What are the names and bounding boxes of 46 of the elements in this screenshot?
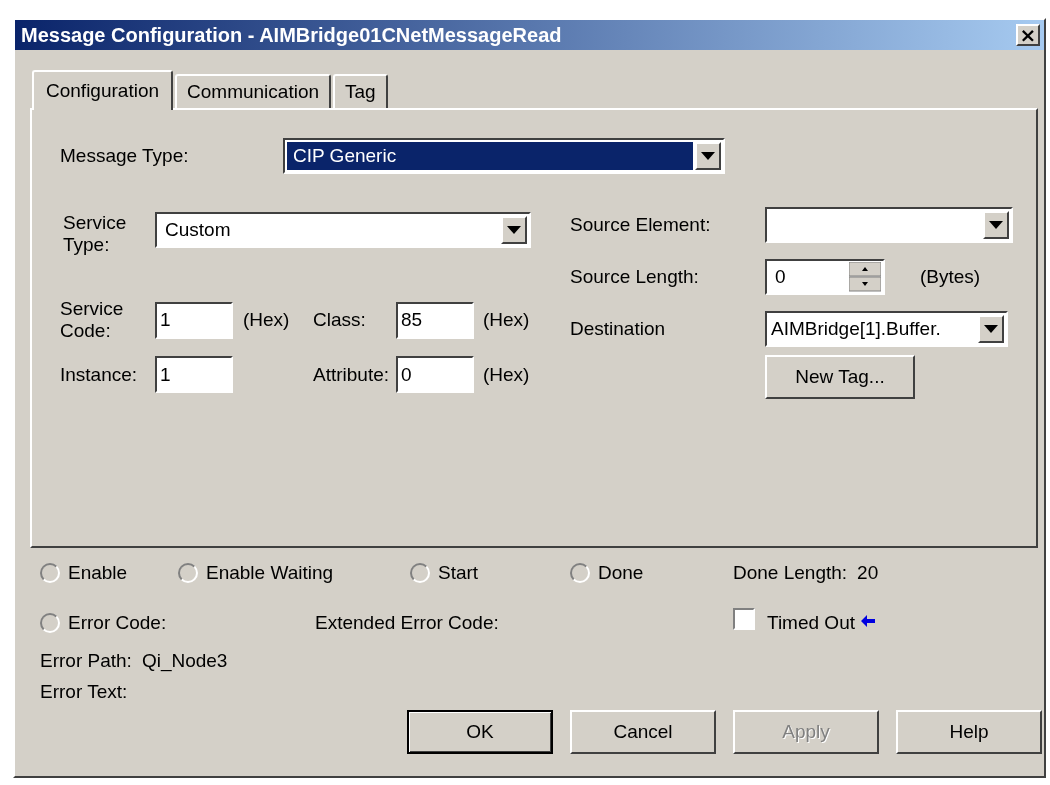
window-title: Message Configuration - AIMBridge01CNetMessageRead <box>21 23 562 47</box>
field-label: Service Code: <box>60 298 125 342</box>
service-type-dropdown[interactable]: Custom <box>155 212 531 248</box>
unit-label: (Hex) <box>242 309 291 331</box>
spin-arrows-icon[interactable] <box>849 262 881 292</box>
tab[interactable]: Configuration <box>32 70 174 110</box>
dialog-button[interactable]: OK <box>407 710 553 754</box>
field-label: Class: <box>313 309 367 331</box>
timed-out-checkbox[interactable] <box>733 608 755 630</box>
dialog-button[interactable]: Cancel <box>570 710 716 754</box>
error-path-value: Qi_Node3 <box>141 650 228 672</box>
field-label: Instance: <box>60 363 139 386</box>
unit-label: (Hex) <box>482 363 531 386</box>
status-label: Done <box>598 562 644 584</box>
source-element-dropdown[interactable] <box>765 207 1013 243</box>
tab[interactable]: Tag <box>333 74 388 108</box>
field-label: Source Element: <box>570 214 712 236</box>
extended-error-code-label: Extended Error Code: <box>315 612 500 634</box>
new-tag-button[interactable]: New Tag... <box>765 355 915 399</box>
instance-input[interactable]: 1 <box>155 356 233 393</box>
field-label: Service Type: <box>62 212 128 256</box>
service-code-input[interactable]: 1 <box>155 301 233 339</box>
unit-label: (Bytes) <box>920 266 981 288</box>
done-length-value: 20 <box>857 562 879 584</box>
unit-label: (Hex) <box>482 309 531 331</box>
status-label: Enable Waiting <box>206 562 334 584</box>
field-label: Destination <box>570 318 667 340</box>
done-length-label: Done Length: <box>733 562 848 584</box>
field-label: Source Length: <box>570 266 700 288</box>
close-button[interactable]: × <box>1016 24 1040 46</box>
field-label: Message Type: <box>60 145 190 167</box>
status-label: Error Code: <box>68 612 167 634</box>
class-input[interactable]: 85 <box>396 301 474 339</box>
message-type-dropdown[interactable]: CIP Generic <box>283 138 725 174</box>
dialog-button[interactable]: Help <box>896 710 1042 754</box>
source-length-spinner[interactable]: 0 <box>765 259 885 295</box>
status-label: Enable <box>68 562 128 584</box>
left-arrow-icon <box>861 615 875 627</box>
destination-dropdown[interactable]: AIMBridge[1].Buffer. <box>765 311 1008 347</box>
error-text-label: Error Text: <box>40 681 128 703</box>
field-label: Attribute: <box>313 363 391 386</box>
attribute-input[interactable]: 0 <box>396 356 474 393</box>
status-label: Start <box>438 562 479 584</box>
error-path-label: Error Path: <box>40 650 132 672</box>
checkbox-label: Timed Out <box>767 612 855 634</box>
tab[interactable]: Communication <box>175 74 332 108</box>
